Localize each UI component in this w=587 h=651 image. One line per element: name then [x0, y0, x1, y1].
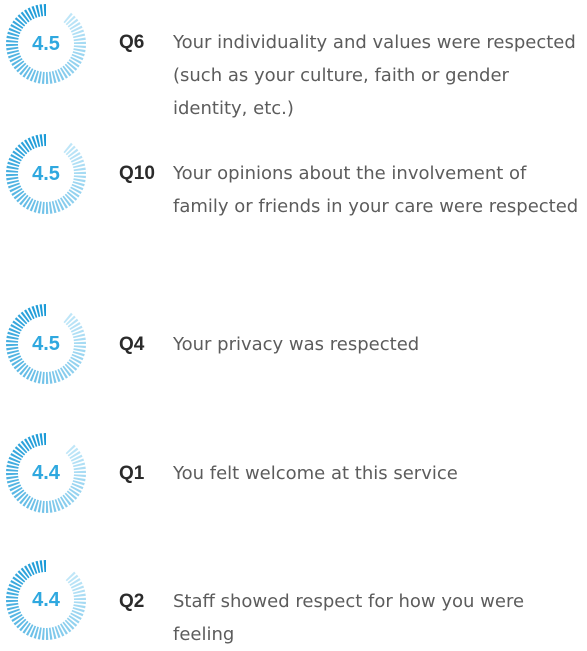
score-value: 4.5	[32, 332, 60, 355]
question-text: Your individuality and values were respe…	[173, 32, 576, 119]
question-text: Staff showed respect for how you were fe…	[173, 591, 525, 645]
score-gauge: 4.5	[4, 302, 88, 386]
score-gauge: 4.5	[4, 132, 88, 216]
score-value: 4.5	[32, 32, 60, 55]
score-value: 4.5	[32, 162, 60, 185]
question-text: Your privacy was respected	[173, 334, 420, 355]
score-gauge: 4.5	[4, 2, 88, 86]
score-gauge: 4.4	[4, 558, 88, 642]
score-value: 4.4	[32, 588, 60, 611]
question-id: Q1	[119, 463, 145, 484]
score-value: 4.4	[32, 461, 60, 484]
question-text: Your opinions about the involvement of f…	[173, 163, 579, 217]
score-gauge: 4.4	[4, 431, 88, 515]
question-id: Q6	[119, 32, 145, 53]
question-text: You felt welcome at this service	[173, 463, 458, 484]
question-id: Q10	[119, 163, 155, 184]
question-id: Q2	[119, 591, 145, 612]
question-id: Q4	[119, 334, 145, 355]
